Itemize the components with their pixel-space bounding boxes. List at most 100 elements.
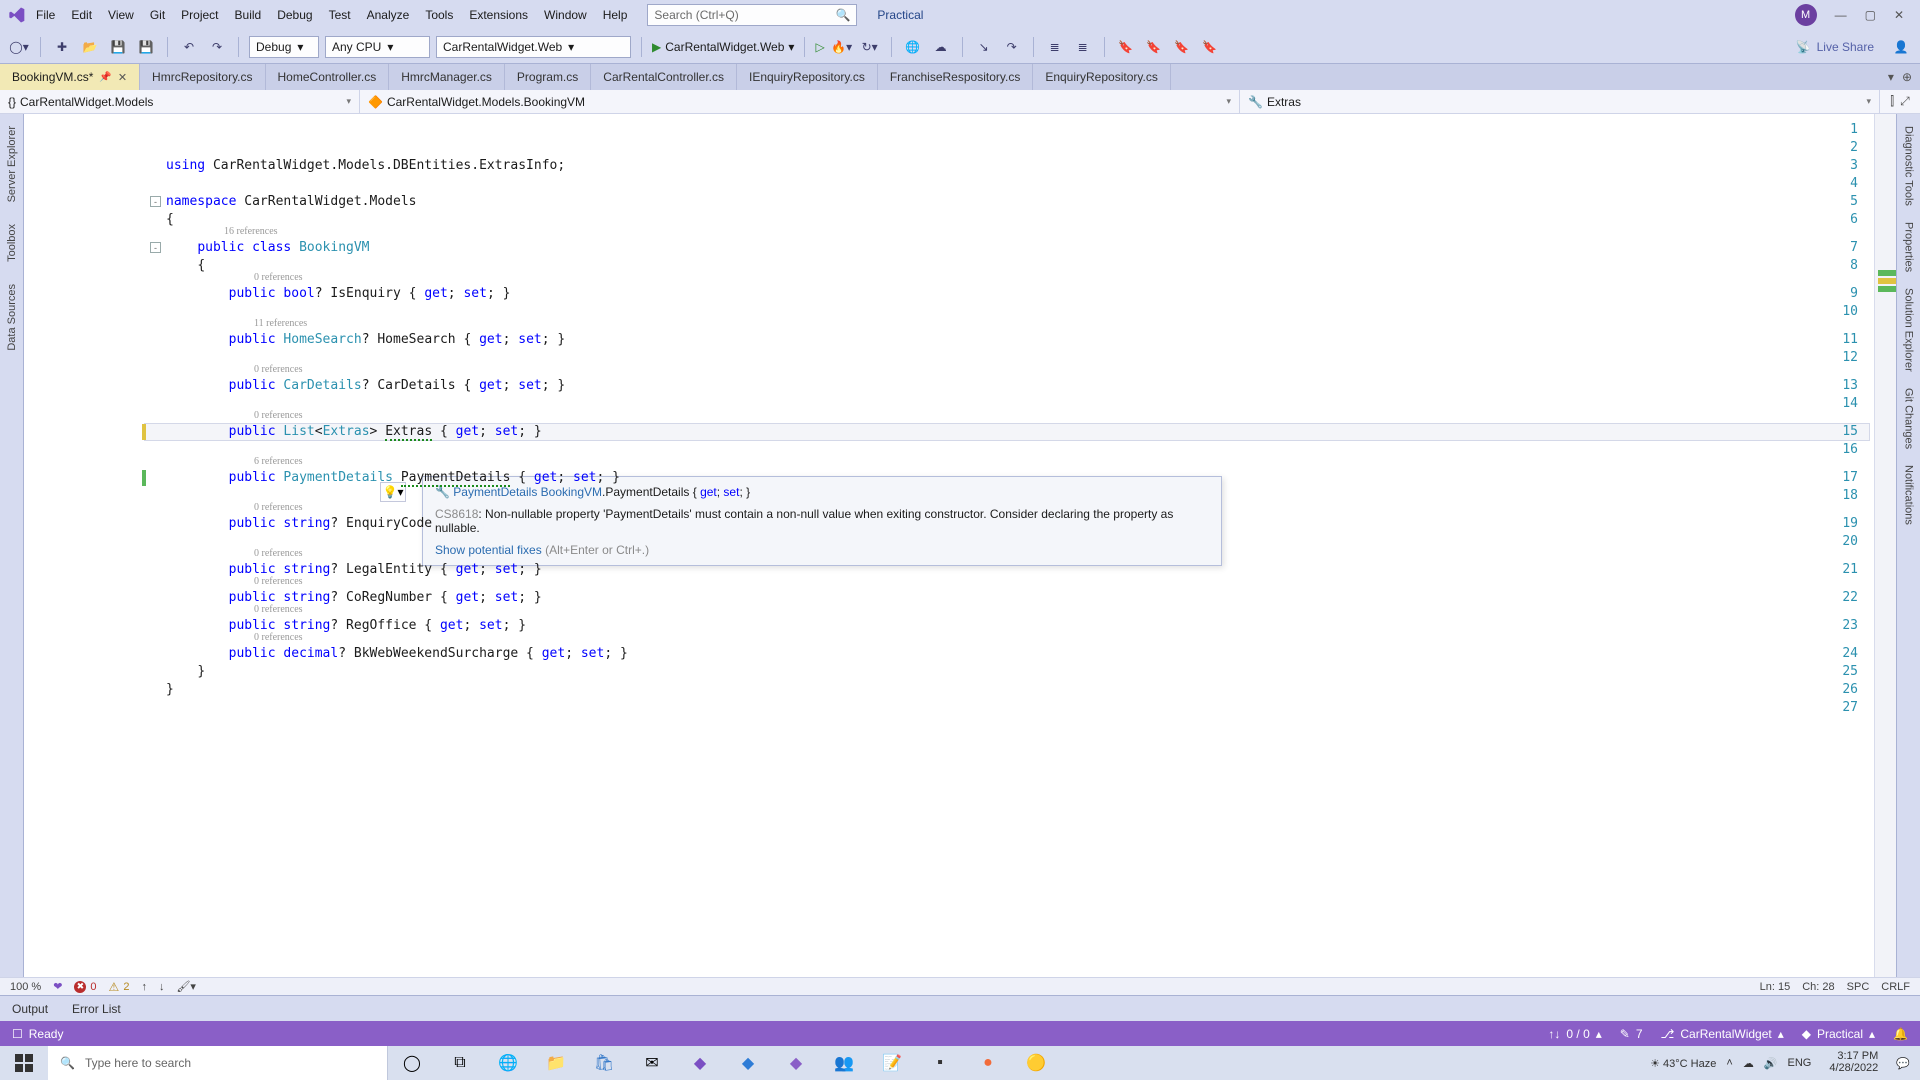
code-line[interactable]: } bbox=[166, 664, 205, 679]
document-tab[interactable]: HmrcManager.cs bbox=[389, 64, 505, 90]
document-tab[interactable]: HomeController.cs bbox=[266, 64, 390, 90]
tray-overflow[interactable]: ˄ bbox=[1726, 1057, 1732, 1069]
brush-button[interactable]: 🖌▾ bbox=[176, 980, 196, 993]
close-tab-button[interactable]: ✕ bbox=[118, 71, 127, 84]
start-without-debugging-button[interactable]: ▷ bbox=[815, 40, 824, 54]
line-ending-mode[interactable]: CRLF bbox=[1881, 981, 1910, 993]
document-tab[interactable]: Program.cs bbox=[505, 64, 591, 90]
code-line[interactable]: public string? LegalEntity { get; set; } bbox=[166, 562, 542, 577]
onedrive-icon[interactable]: ☁ bbox=[1743, 1057, 1754, 1070]
breadcrumb-member[interactable]: 🔧 Extras ▾ bbox=[1240, 90, 1880, 113]
code-line[interactable]: { bbox=[166, 258, 205, 273]
tool-window-tab[interactable]: Toolbox bbox=[6, 218, 18, 268]
panel-tab[interactable]: Error List bbox=[60, 996, 133, 1021]
health-icon[interactable]: ❤ bbox=[53, 980, 62, 993]
error-count[interactable]: ✖0 bbox=[74, 981, 96, 993]
new-item-button[interactable]: ✚ bbox=[51, 36, 73, 58]
codelens-link[interactable]: 16 references bbox=[224, 226, 278, 237]
code-line[interactable]: public List<Extras> Extras { get; set; } bbox=[166, 424, 542, 439]
menu-build[interactable]: Build bbox=[227, 4, 270, 26]
step-into-button[interactable]: ↘ bbox=[973, 36, 995, 58]
codelens-link[interactable]: 0 references bbox=[254, 410, 303, 421]
fold-toggle[interactable]: - bbox=[150, 242, 161, 253]
taskbar-search[interactable]: 🔍 Type here to search bbox=[48, 1046, 388, 1080]
panel-tab[interactable]: Output bbox=[0, 996, 60, 1021]
notifications-button[interactable]: 🔔 bbox=[1893, 1027, 1908, 1041]
split-editor-button[interactable]: ⫿ bbox=[1890, 94, 1894, 109]
volume-icon[interactable]: 🔊 bbox=[1764, 1057, 1778, 1070]
step-over-button[interactable]: ↷ bbox=[1001, 36, 1023, 58]
minimize-button[interactable]: — bbox=[1835, 8, 1847, 22]
tool-window-tab[interactable]: Notifications bbox=[1903, 459, 1915, 531]
fold-toggle[interactable]: - bbox=[150, 196, 161, 207]
menu-file[interactable]: File bbox=[28, 4, 63, 26]
git-sync[interactable]: ↑↓ 0 / 0 ▴ bbox=[1548, 1027, 1601, 1041]
code-line[interactable]: public HomeSearch? HomeSearch { get; set… bbox=[166, 332, 565, 347]
code-line[interactable]: } bbox=[166, 682, 174, 697]
menu-window[interactable]: Window bbox=[536, 4, 595, 26]
code-line[interactable]: public PaymentDetails PaymentDetails { g… bbox=[166, 470, 620, 485]
code-line[interactable]: public class BookingVM bbox=[166, 240, 370, 255]
nav-down-button[interactable]: ↓ bbox=[159, 981, 165, 993]
save-all-button[interactable]: 💾 bbox=[135, 36, 157, 58]
codelens-link[interactable]: 0 references bbox=[254, 548, 303, 559]
maximize-button[interactable]: ▢ bbox=[1865, 8, 1876, 22]
breadcrumb-class[interactable]: 🔶 CarRentalWidget.Models.BookingVM ▾ bbox=[360, 90, 1240, 113]
visual-studio-icon[interactable]: ◆ bbox=[676, 1046, 724, 1080]
show-potential-fixes-link[interactable]: Show potential fixes bbox=[435, 543, 542, 557]
document-tab[interactable]: HmrcRepository.cs bbox=[140, 64, 265, 90]
git-repo[interactable]: ⎇ CarRentalWidget ▴ bbox=[1661, 1027, 1784, 1041]
notes-icon[interactable]: 📝 bbox=[868, 1046, 916, 1080]
code-line[interactable]: public bool? IsEnquiry { get; set; } bbox=[166, 286, 510, 301]
refresh-button[interactable]: ↻▾ bbox=[859, 36, 881, 58]
bookmark-next-button[interactable]: 🔖 bbox=[1143, 36, 1165, 58]
quick-search-input[interactable]: Search (Ctrl+Q) 🔍 bbox=[647, 4, 857, 26]
postman-icon[interactable]: ● bbox=[964, 1046, 1012, 1080]
mail-icon[interactable]: ✉ bbox=[628, 1046, 676, 1080]
codelens-link[interactable]: 0 references bbox=[254, 632, 303, 643]
code-line[interactable]: using CarRentalWidget.Models.DBEntities.… bbox=[166, 158, 565, 173]
config-dropdown[interactable]: Debug▾ bbox=[249, 36, 319, 58]
menu-test[interactable]: Test bbox=[321, 4, 359, 26]
git-branch[interactable]: ◆ Practical ▴ bbox=[1802, 1027, 1875, 1041]
store-icon[interactable]: 🛍 bbox=[580, 1046, 628, 1080]
redo-button[interactable]: ↷ bbox=[206, 36, 228, 58]
menu-project[interactable]: Project bbox=[173, 4, 226, 26]
run-button[interactable]: ▶CarRentalWidget.Web ▾ bbox=[652, 40, 794, 54]
terminal-icon[interactable]: ▪ bbox=[916, 1046, 964, 1080]
code-line[interactable]: { bbox=[166, 212, 174, 227]
document-tab[interactable]: FranchiseRespository.cs bbox=[878, 64, 1034, 90]
open-file-button[interactable]: 📂 bbox=[79, 36, 101, 58]
tab-add-button[interactable]: ⊕ bbox=[1902, 70, 1912, 84]
warning-count[interactable]: ⚠2 bbox=[109, 980, 130, 994]
indent-button[interactable]: ≣ bbox=[1044, 36, 1066, 58]
vscode-insiders-icon[interactable]: ◆ bbox=[772, 1046, 820, 1080]
bookmark-prev-button[interactable]: 🔖 bbox=[1171, 36, 1193, 58]
document-tab[interactable]: CarRentalController.cs bbox=[591, 64, 737, 90]
bookmark-button[interactable]: 🔖 bbox=[1115, 36, 1137, 58]
menu-edit[interactable]: Edit bbox=[63, 4, 100, 26]
menu-help[interactable]: Help bbox=[595, 4, 636, 26]
publish-button[interactable]: ☁ bbox=[930, 36, 952, 58]
close-button[interactable]: ✕ bbox=[1894, 8, 1904, 22]
undo-button[interactable]: ↶ bbox=[178, 36, 200, 58]
menu-git[interactable]: Git bbox=[142, 4, 173, 26]
feedback-button[interactable]: 👤 bbox=[1890, 36, 1912, 58]
cortana-icon[interactable]: ◯ bbox=[388, 1046, 436, 1080]
breadcrumb-namespace[interactable]: {} CarRentalWidget.Models ▾ bbox=[0, 90, 360, 113]
code-line[interactable]: public CarDetails? CarDetails { get; set… bbox=[166, 378, 565, 393]
startup-project-dropdown[interactable]: CarRentalWidget.Web▾ bbox=[436, 36, 631, 58]
document-tab[interactable]: BookingVM.cs*📌✕ bbox=[0, 64, 140, 90]
document-tab[interactable]: EnquiryRepository.cs bbox=[1033, 64, 1171, 90]
browser-link-button[interactable]: 🌐 bbox=[902, 36, 924, 58]
start-button[interactable] bbox=[0, 1046, 48, 1080]
bookmark-clear-button[interactable]: 🔖 bbox=[1199, 36, 1221, 58]
chrome-icon[interactable]: 🟡 bbox=[1012, 1046, 1060, 1080]
hot-reload-button[interactable]: 🔥▾ bbox=[831, 36, 853, 58]
git-pending[interactable]: ✎ 7 bbox=[1620, 1027, 1643, 1041]
codelens-link[interactable]: 0 references bbox=[254, 502, 303, 513]
menu-extensions[interactable]: Extensions bbox=[461, 4, 536, 26]
codelens-link[interactable]: 0 references bbox=[254, 604, 303, 615]
outdent-button[interactable]: ≣ bbox=[1072, 36, 1094, 58]
expand-editor-button[interactable]: ⤢ bbox=[1900, 94, 1910, 109]
